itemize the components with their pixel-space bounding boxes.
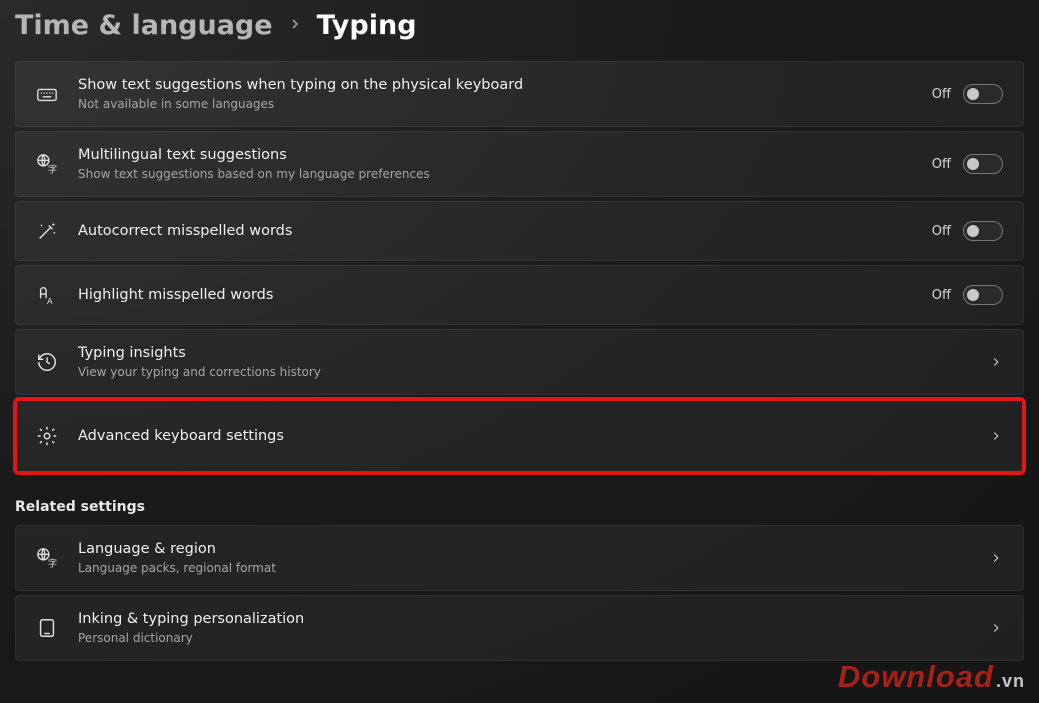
globe-language-icon: 字 [36, 153, 58, 175]
row-desc: Language packs, regional format [78, 561, 969, 577]
svg-text:字: 字 [48, 163, 57, 174]
related-settings-list: 字 Language & region Language packs, regi… [15, 525, 1024, 661]
row-advanced-keyboard-settings[interactable]: Advanced keyboard settings [15, 399, 1024, 473]
breadcrumb-current: Typing [317, 12, 417, 39]
row-title: Advanced keyboard settings [78, 427, 969, 446]
breadcrumb-parent[interactable]: Time & language [15, 12, 273, 39]
toggle-state-label: Off [932, 288, 951, 303]
tablet-icon [36, 617, 58, 639]
svg-text:A: A [47, 297, 53, 306]
row-title: Inking & typing personalization [78, 610, 969, 629]
row-title: Show text suggestions when typing on the… [78, 76, 912, 95]
toggle-switch[interactable] [963, 84, 1003, 104]
row-text-suggestions-physical[interactable]: Show text suggestions when typing on the… [15, 61, 1024, 127]
row-typing-insights[interactable]: Typing insights View your typing and cor… [15, 329, 1024, 395]
watermark-main: Download [838, 659, 994, 695]
toggle-switch[interactable] [963, 285, 1003, 305]
row-title: Typing insights [78, 344, 969, 363]
row-autocorrect[interactable]: Autocorrect misspelled words Off [15, 201, 1024, 261]
row-title: Multilingual text suggestions [78, 146, 912, 165]
settings-list: Show text suggestions when typing on the… [15, 61, 1024, 473]
breadcrumb: Time & language Typing [15, 12, 1024, 39]
row-title: Highlight misspelled words [78, 286, 912, 305]
toggle-state-label: Off [932, 87, 951, 102]
row-desc: Not available in some languages [78, 97, 912, 113]
watermark-suffix: .vn [996, 671, 1025, 692]
toggle-switch[interactable] [963, 154, 1003, 174]
history-icon [36, 351, 58, 373]
related-settings-heading: Related settings [15, 499, 1024, 515]
keyboard-icon [36, 83, 58, 105]
row-desc: Show text suggestions based on my langua… [78, 167, 912, 183]
row-title: Language & region [78, 540, 969, 559]
row-desc: Personal dictionary [78, 631, 969, 647]
row-highlight-misspelled[interactable]: A Highlight misspelled words Off [15, 265, 1024, 325]
globe-language-icon: 字 [36, 547, 58, 569]
toggle-state-label: Off [932, 224, 951, 239]
row-desc: View your typing and corrections history [78, 365, 969, 381]
chevron-right-icon [989, 621, 1003, 635]
row-inking-typing-personalization[interactable]: Inking & typing personalization Personal… [15, 595, 1024, 661]
wand-icon [36, 220, 58, 242]
toggle-state-label: Off [932, 157, 951, 172]
row-language-region[interactable]: 字 Language & region Language packs, regi… [15, 525, 1024, 591]
gear-icon [36, 425, 58, 447]
toggle-switch[interactable] [963, 221, 1003, 241]
chevron-right-icon [287, 16, 303, 36]
watermark: Download .vn [838, 659, 1025, 695]
chevron-right-icon [989, 551, 1003, 565]
chevron-right-icon [989, 355, 1003, 369]
svg-text:字: 字 [48, 557, 57, 568]
spellcheck-icon: A [36, 284, 58, 306]
chevron-right-icon [989, 429, 1003, 443]
row-multilingual-suggestions[interactable]: 字 Multilingual text suggestions Show tex… [15, 131, 1024, 197]
row-title: Autocorrect misspelled words [78, 222, 912, 241]
